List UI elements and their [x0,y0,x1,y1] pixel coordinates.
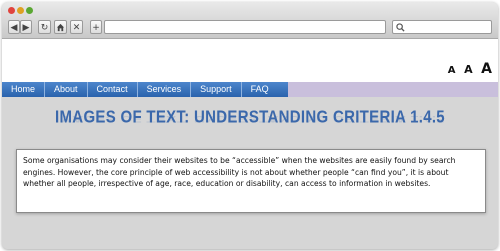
nav-contact[interactable]: Contact [88,82,138,97]
nav-faq[interactable]: FAQ [242,82,278,97]
text-size-large-button[interactable]: A [481,61,492,77]
browser-toolbar: ◀ ▶ ↻ ✕ + [2,2,498,39]
search-icon [396,23,405,32]
text-size-controls: A A A [445,58,492,77]
web-page: A A A Home About Contact Services Suppor… [2,39,498,249]
stop-icon[interactable]: ✕ [70,20,83,34]
search-field[interactable] [392,20,492,34]
add-tab-icon[interactable]: + [90,20,102,34]
close-window-button[interactable] [8,7,15,14]
main-nav: Home About Contact Services Support FAQ [2,82,288,97]
nav-home[interactable]: Home [2,82,46,97]
back-icon[interactable]: ◀ [8,20,20,34]
reload-icon[interactable]: ↻ [38,20,51,34]
nav-support[interactable]: Support [191,82,242,97]
zoom-window-button[interactable] [26,7,33,14]
home-icon[interactable] [54,20,67,34]
address-bar[interactable] [104,20,386,34]
nav-services[interactable]: Services [138,82,192,97]
nav-about[interactable]: About [45,82,88,97]
page-header: A A A [2,39,498,82]
browser-window: ◀ ▶ ↻ ✕ + A A A Home About Contact Servi… [2,2,498,249]
page-title-reflection: IMAGES OF TEXT: UNDERSTANDING CRITERIA 1… [55,113,445,124]
nav-strip: Home About Contact Services Support FAQ [2,82,498,97]
minimize-window-button[interactable] [17,7,24,14]
text-size-medium-button[interactable]: A [464,63,473,76]
forward-icon[interactable]: ▶ [20,20,32,34]
content-paragraph: Some organisations may consider their we… [16,149,486,213]
text-size-small-button[interactable]: A [448,65,456,76]
